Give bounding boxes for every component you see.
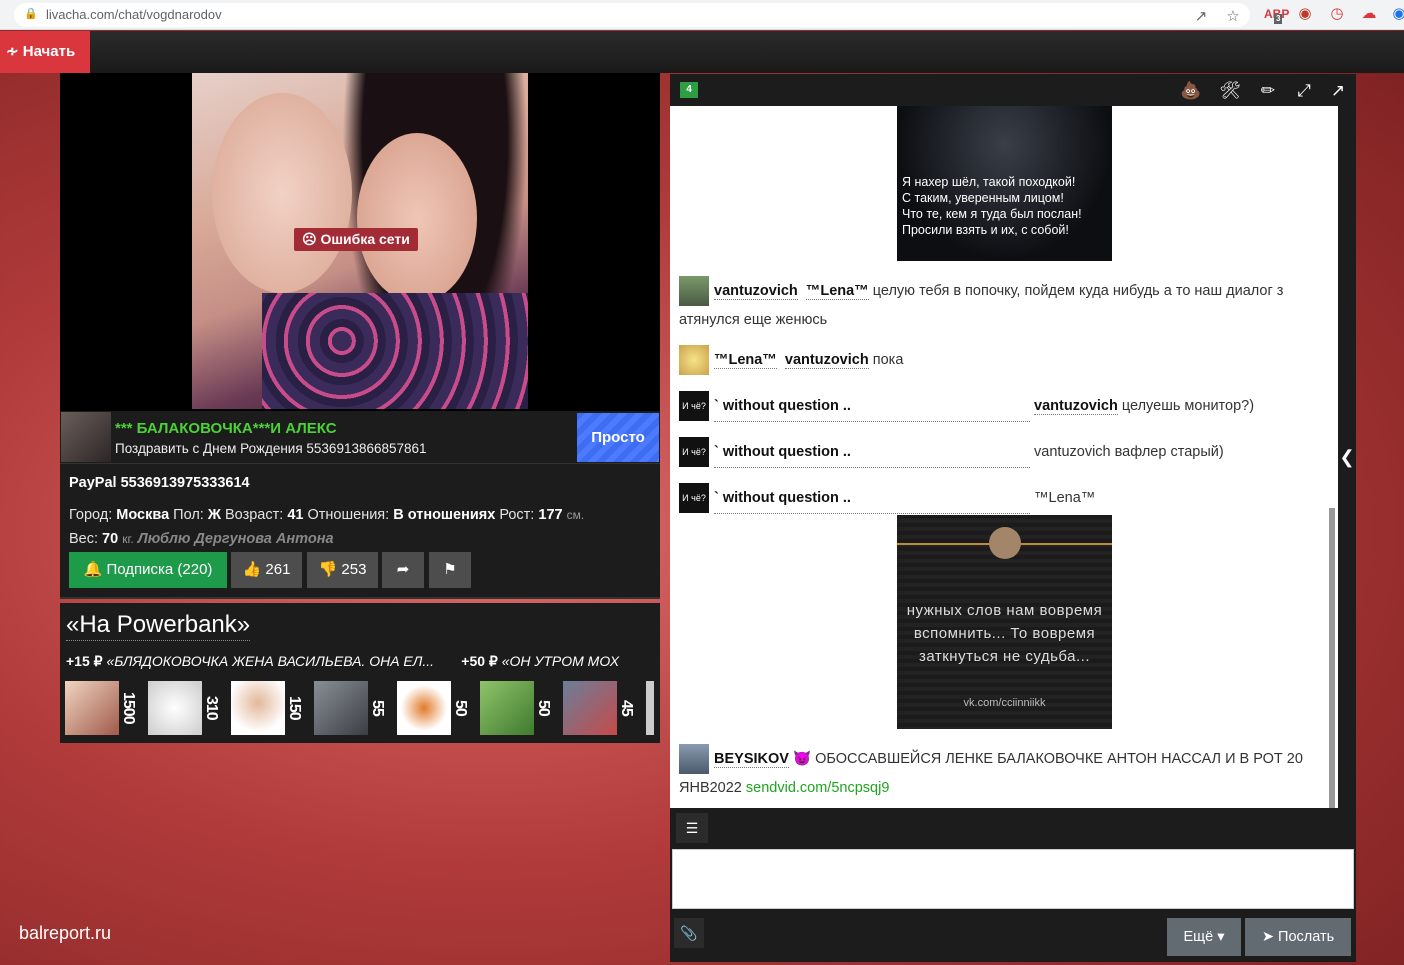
streamer-avatar[interactable] [61,412,111,462]
stream-title: *** БАЛАКОВОЧКА***И АЛЕКС [115,420,337,437]
chat-input[interactable] [672,849,1354,909]
donor-amount: 310 [203,696,220,720]
network-error-badge: ☹ Ошибка сети [294,228,418,251]
browser-toolbar: 🔒 livacha.com/chat/vogdnarodov ↗ ☆ ABP3 … [0,0,1404,30]
flag-icon: ⚑ [443,561,457,578]
meme-caption: Я нахер шёл, такой походкой! С таким, ув… [902,175,1082,237]
address-bar[interactable]: 🔒 livacha.com/chat/vogdnarodov ↗ ☆ [14,3,1250,27]
meme-signature: vk.com/cciinniikk [963,697,1046,709]
report-button[interactable]: ⚑ [429,552,471,588]
goal-panel: «На Powerbank» +15 ₽ «БЛЯДОКОВОЧКА ЖЕНА … [60,603,660,743]
watermark: balreport.ru [19,923,112,943]
chat-message: И чё? ` without question .. vantuzovich в… [679,437,1329,468]
user-avatar[interactable]: И чё? [679,391,709,421]
user-avatar[interactable] [679,345,709,375]
profile-extension-icon[interactable]: ◉ [1390,4,1404,24]
subscribe-button[interactable]: 🔔 Подписка (220) [69,552,227,588]
chat-panel: 4 💩 🛠 ✏ ⤢ ↗ Я нахер шёл, такой походкой!… [670,74,1356,962]
user-avatar[interactable] [679,744,709,774]
caret-down-icon: ▾ [1217,929,1225,945]
donor-avatar[interactable] [65,681,119,735]
chevron-left-icon[interactable]: ❮ [1338,444,1356,470]
paperclip-icon[interactable]: 📎 [674,918,704,948]
more-dropdown-button[interactable]: Ещё ▾ [1167,918,1241,956]
donor-avatar[interactable] [231,681,285,735]
list-icon[interactable]: ☰ [676,813,708,843]
chat-header: 4 💩 🛠 ✏ ⤢ ↗ [670,74,1356,106]
donor-amount: 50 [535,700,552,716]
share-arrow-icon: ➦ [396,561,410,578]
sad-face-icon: ☹ [302,231,317,247]
stream-subtitle: Поздравить с Днем Рождения 5536913866857… [115,441,427,456]
donor-amount: 45 [618,700,635,716]
cloud-extension-icon[interactable]: ☁ [1360,4,1378,24]
chat-message: BEYSIKOV 😈 ОБОССАВШЕЙСЯ ЛЕНКЕ БАЛАКОВОЧК… [679,744,1329,803]
donor-avatar[interactable] [480,681,534,735]
donor-amount: 55 [369,700,386,716]
like-button[interactable]: 👍 261 [231,552,302,588]
chat-messages[interactable]: Я нахер шёл, такой походкой! С таким, ув… [670,106,1338,808]
dislike-button[interactable]: 👎 253 [307,552,378,588]
share-page-icon[interactable]: ↗ [1192,7,1210,27]
meme-image[interactable]: Я нахер шёл, такой походкой! С таким, ув… [897,106,1112,261]
adblock-extension-icon[interactable]: ABP3 [1264,4,1289,24]
adblock-count-badge: 3 [1274,14,1283,24]
profile-note: Люблю Дергунова Антона [137,531,334,547]
chat-message: vantuzovich ™Lena™ целую тебя в попочку,… [679,276,1329,335]
user-avatar[interactable]: И чё? [679,483,709,513]
user-avatar[interactable]: И чё? [679,437,709,467]
goal-title: «На Powerbank» [66,611,251,641]
popout-icon[interactable]: ↗ [1326,80,1350,102]
emoji-icon: 😈 [792,750,812,767]
paypal-text: PayPal 5536913975333614 [69,475,250,491]
tools-icon[interactable]: 🛠 [1218,80,1242,102]
thumbs-up-icon: 👍 [242,561,262,578]
chat-scrollbar[interactable] [1329,508,1335,808]
donor-amount: 1500 [120,692,137,724]
donor-amount: 50 [452,700,469,716]
user-avatar[interactable] [679,276,709,306]
paper-plane-icon: ➤ [1261,929,1274,945]
video-player[interactable]: ☹ Ошибка сети [60,73,660,411]
online-count-badge: 4 [680,82,698,98]
profile-details-2: Вес: 70 кг. Люблю Дергунова Антона [69,531,334,547]
status-button[interactable]: Просто [577,413,659,462]
donor-avatar[interactable] [314,681,368,735]
site-navbar: ∻ Начать [0,31,1404,73]
fullscreen-icon[interactable]: ⤢ [1292,80,1316,102]
donor-avatar[interactable] [397,681,451,735]
chat-message: И чё? ` without question .. ™Lena™ [679,483,1329,514]
pencil-icon[interactable]: ✏ [1256,80,1280,102]
send-button[interactable]: ➤ Послать [1245,918,1351,956]
chat-message: ™Lena™ vantuzovich пока [679,345,1329,375]
message-link[interactable]: sendvid.com/5ncpsqj9 [746,780,889,796]
donor-amount: 150 [286,696,303,720]
chat-footer: 📎 Ещё ▾ ➤ Послать [670,909,1356,962]
share-button[interactable]: ➦ [382,552,424,588]
bookmark-star-icon[interactable]: ☆ [1224,7,1242,27]
poop-icon[interactable]: 💩 [1179,80,1203,102]
chat-message: И чё? ` without question .. vantuzovich ц… [679,391,1329,422]
donor-avatar[interactable] [148,681,202,735]
thumbs-down-icon: 👎 [318,561,338,578]
donor-avatar[interactable] [563,681,617,735]
meme-caption: нужных слов нам вовремя вспомнить... То … [906,602,1103,665]
streamer-info-panel: *** БАЛАКОВОЧКА***И АЛЕКС Поздравить с Д… [60,411,660,599]
url-text[interactable]: livacha.com/chat/vogdnarodov [46,6,222,24]
start-button[interactable]: ∻ Начать [0,31,90,73]
profile-details: Город: Москва Пол: Ж Возраст: 41 Отношен… [69,507,585,523]
donation-ticker: +15 ₽ «БЛЯДОКОВОЧКА ЖЕНА ВАСИЛЬЕВА. ОНА … [66,653,620,669]
extension-icon[interactable]: ◉ [1296,4,1314,24]
extension-clock-icon[interactable]: ◷ [1328,4,1346,24]
meme-image[interactable]: нужных слов нам вовремя вспомнить... То … [897,515,1112,729]
lock-icon: 🔒 [24,8,38,20]
rss-icon: ∻ [6,43,19,60]
chat-toolbar: ☰ [670,808,1356,848]
bell-icon: 🔔 [83,561,103,578]
